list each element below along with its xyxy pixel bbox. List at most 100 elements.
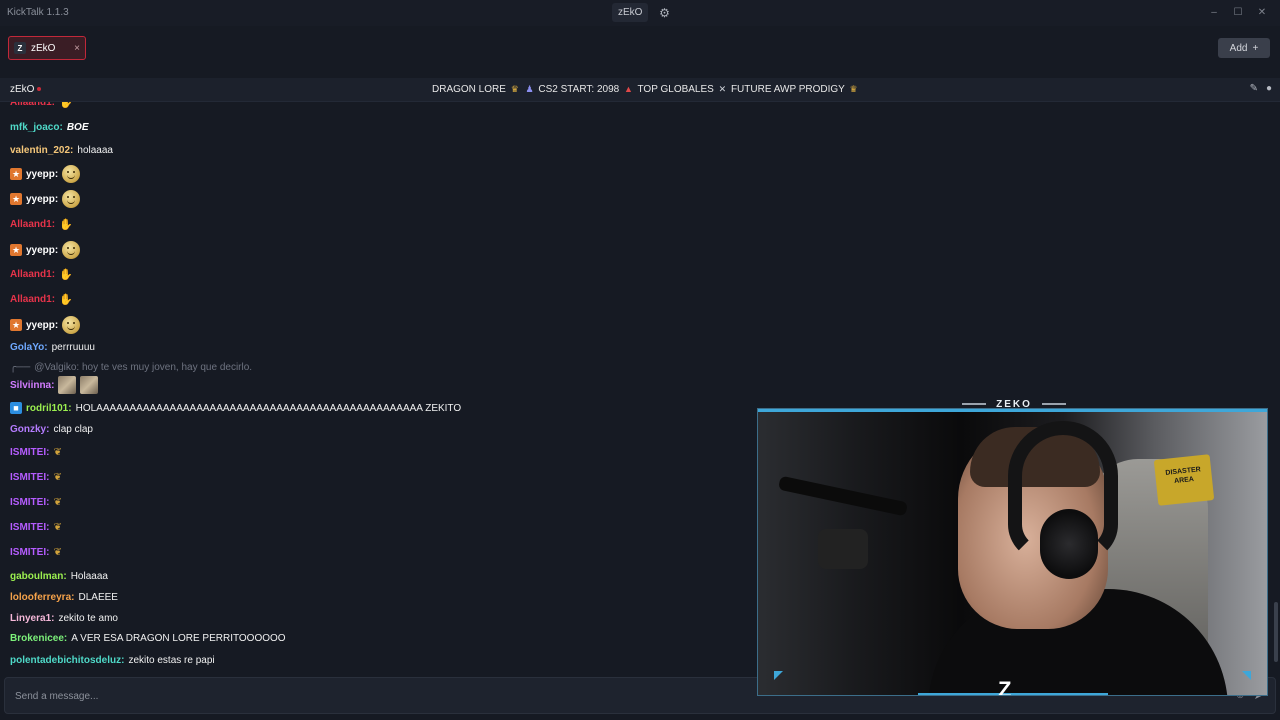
chat-text: clap clap — [53, 424, 93, 435]
tab-bar: Z zEkO × Add + — [0, 26, 1280, 74]
microphone — [818, 529, 868, 569]
chat-username[interactable]: ISMITEI: — [10, 447, 49, 458]
chat-username[interactable]: polentadebichitosdeluz: — [10, 655, 124, 666]
chat-username[interactable]: ISMITEI: — [10, 497, 49, 508]
list-item: gaboulman: Holaaaa — [10, 571, 108, 582]
brand-dash-left — [962, 403, 987, 405]
channel-switch-button[interactable]: zEkO — [612, 3, 649, 22]
reply-text[interactable]: @Valgiko: hoy te ves muy joven, hay que … — [34, 362, 252, 373]
chat-username[interactable]: Allaand1: — [10, 102, 55, 108]
hands-emote-icon: ✋ — [59, 294, 73, 306]
list-item: ISMITEI: ❦ — [10, 547, 62, 558]
hands-emote-icon: ✋ — [59, 269, 73, 281]
smile-emote-icon — [62, 316, 81, 334]
chat-username[interactable]: ISMITEI: — [10, 472, 49, 483]
fire-badge-icon: ★ — [10, 168, 22, 180]
chat-username[interactable]: yyepp: — [26, 169, 58, 180]
chat-username[interactable]: yyepp: — [26, 320, 58, 331]
list-item: ★ yyepp: — [10, 190, 81, 208]
close-icon[interactable]: × — [74, 43, 80, 54]
video-frame-top — [758, 409, 1267, 412]
picture-emote-icon — [80, 376, 99, 394]
chat-username[interactable]: lolooferreyra: — [10, 592, 74, 603]
chat-scrollbar[interactable] — [1274, 104, 1278, 672]
list-item: GolaYo: perrruuuu — [10, 342, 95, 353]
corner-left-icon — [774, 671, 783, 680]
leaf-emote-icon: ❦ — [53, 547, 62, 558]
chat-username[interactable]: Gonzky: — [10, 424, 49, 435]
fire-badge-icon: ★ — [10, 319, 22, 331]
corner-right-icon — [1242, 671, 1251, 680]
maximize-icon[interactable]: ☐ — [1226, 4, 1250, 20]
cube-badge-icon: ■ — [10, 402, 22, 414]
hands-emote-icon: ✋ — [59, 102, 73, 109]
title-part-4: FUTURE AWP PRODIGY — [730, 84, 845, 95]
channel-header: zEkO DRAGON LORE ♛ ♟ CS2 START: 2098 ▲ T… — [0, 78, 1280, 102]
pin-icon[interactable]: ✎ — [1250, 83, 1258, 94]
add-button[interactable]: Add + — [1218, 38, 1270, 58]
list-item: ★ yyepp: — [10, 241, 81, 259]
chat-text: zekito te amo — [58, 613, 118, 624]
message-input[interactable] — [15, 687, 715, 705]
chat-username[interactable]: Allaand1: — [10, 294, 55, 305]
chat-username[interactable]: valentin_202: — [10, 145, 73, 156]
alert-icon: ▲ — [623, 84, 633, 94]
tab-zeko[interactable]: Z zEkO × — [8, 36, 86, 60]
list-item: ISMITEI: ❦ — [10, 497, 62, 508]
list-item: Silviinna: — [10, 376, 99, 394]
crown-icon: ♛ — [510, 84, 519, 94]
list-item: ★ yyepp: — [10, 165, 81, 183]
list-item: Allaand1: ✋ — [10, 293, 73, 306]
app-title: KickTalk 1.1.3 — [7, 7, 69, 18]
title-bar: KickTalk 1.1.3 zEkO ⚙ – ☐ ✕ — [0, 0, 1280, 26]
minimize-icon[interactable]: – — [1202, 4, 1226, 20]
hands-emote-icon: ✋ — [59, 219, 73, 231]
channel-name-text: zEkO — [10, 84, 35, 95]
list-item: ★ yyepp: — [10, 316, 81, 334]
leaf-emote-icon: ❦ — [53, 497, 62, 508]
swords-icon: ✕ — [718, 84, 727, 94]
chat-username[interactable]: Silviinna: — [10, 380, 54, 391]
list-item: Allaand1: ✋ — [10, 268, 73, 281]
list-item: Linyera1: zekito te amo — [10, 613, 118, 624]
reply-item: ╭── @Valgiko: hoy te ves muy joven, hay … — [10, 362, 252, 373]
chat-username[interactable]: Allaand1: — [10, 269, 55, 280]
reply-arrow-icon: ╭── — [10, 362, 31, 373]
scroll-thumb[interactable] — [1274, 602, 1278, 662]
leaf-emote-icon: ❦ — [53, 472, 62, 483]
boe-emote-icon: BOE — [66, 122, 89, 133]
tab-label: zEkO — [31, 42, 56, 54]
chat-text: HOLAAAAAAAAAAAAAAAAAAAAAAAAAAAAAAAAAAAAA… — [75, 402, 462, 414]
chat-username[interactable]: GolaYo: — [10, 342, 48, 353]
chat-username[interactable]: Allaand1: — [10, 219, 55, 230]
chat-text: holaaaa — [77, 145, 113, 156]
crown-icon: ♛ — [849, 84, 858, 94]
avatar: Z — [14, 42, 26, 54]
fire-badge-icon: ★ — [10, 244, 22, 256]
chat-username[interactable]: Linyera1: — [10, 613, 54, 624]
channel-logo-icon: Z — [998, 677, 1012, 696]
chat-username[interactable]: Brokenicee: — [10, 633, 67, 644]
person-icon: ♟ — [525, 84, 534, 94]
chat-text: Holaaaa — [70, 571, 108, 582]
chat-username[interactable]: mfk_joaco: — [10, 122, 63, 133]
stream-video[interactable]: DISASTER AREA Z — [757, 408, 1268, 696]
chat-username[interactable]: yyepp: — [26, 194, 58, 205]
chat-username[interactable]: ISMITEI: — [10, 522, 49, 533]
chat-username[interactable]: ISMITEI: — [10, 547, 49, 558]
list-item: Allaand1: ✋ — [10, 218, 73, 231]
wall-sign: DISASTER AREA — [1153, 454, 1215, 506]
list-item: polentadebichitosdeluz: zekito estas re … — [10, 655, 215, 666]
list-item: ISMITEI: ❦ — [10, 472, 62, 483]
plus-icon: + — [1252, 42, 1259, 54]
title-part-1: DRAGON LORE — [432, 84, 506, 95]
chat-username[interactable]: gaboulman: — [10, 571, 67, 582]
live-dot-icon — [37, 87, 42, 92]
leaf-emote-icon: ❦ — [53, 447, 62, 458]
chat-username[interactable]: yyepp: — [26, 245, 58, 256]
gear-icon[interactable]: ⚙ — [656, 5, 672, 21]
video-frame-bottom — [918, 693, 1108, 695]
close-icon[interactable]: ✕ — [1250, 4, 1274, 20]
user-icon[interactable]: ● — [1266, 83, 1272, 94]
chat-username[interactable]: rodril101: — [26, 403, 72, 414]
